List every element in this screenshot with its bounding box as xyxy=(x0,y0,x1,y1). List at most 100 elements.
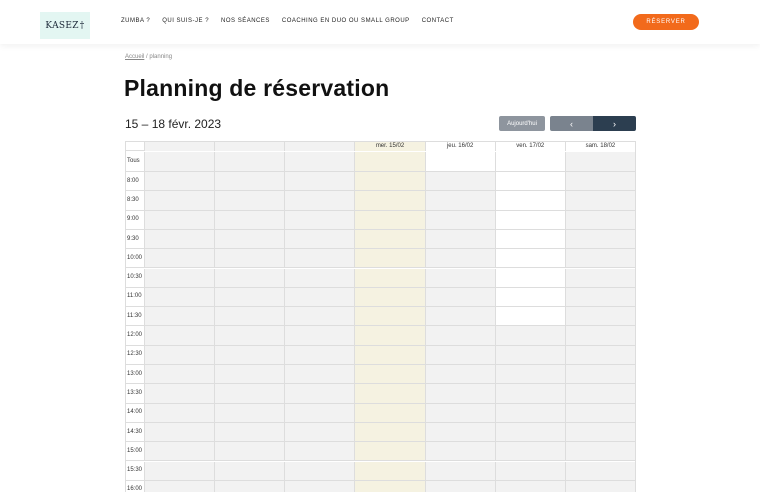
available-slot[interactable] xyxy=(494,307,565,326)
unavailable-slot xyxy=(144,210,215,229)
today-button[interactable]: Aujourd'hui xyxy=(499,116,545,131)
site-logo[interactable]: KASEZ † xyxy=(40,12,90,39)
unavailable-slot xyxy=(564,345,635,364)
unavailable-slot xyxy=(424,403,495,422)
calendar-nav-buttons: ‹ › xyxy=(550,116,636,131)
unavailable-slot xyxy=(424,480,495,492)
time-label: 11:30 xyxy=(127,312,142,319)
unavailable-slot xyxy=(354,191,425,210)
unavailable-slot xyxy=(284,384,355,403)
unavailable-slot xyxy=(564,365,635,384)
unavailable-slot xyxy=(564,326,635,345)
unavailable-slot xyxy=(354,172,425,191)
unavailable-slot xyxy=(284,422,355,442)
unavailable-slot xyxy=(214,249,285,268)
date-range-title: 15 – 18 févr. 2023 xyxy=(125,117,222,131)
unavailable-slot xyxy=(214,480,285,492)
unavailable-slot xyxy=(564,229,635,249)
time-slot-row: 16:00 xyxy=(126,480,635,492)
time-slot-row: 11:30 xyxy=(126,307,635,327)
unavailable-slot xyxy=(424,287,495,307)
nav-item-contact[interactable]: CONTACT xyxy=(422,18,454,24)
unavailable-slot xyxy=(214,403,285,422)
nav-item-zumba[interactable]: ZUMBA ? xyxy=(121,18,150,24)
time-slot-row: 11:00 xyxy=(126,287,635,308)
unavailable-slot xyxy=(214,326,285,345)
unavailable-slot xyxy=(494,326,565,345)
unavailable-slot xyxy=(564,403,635,422)
unavailable-slot xyxy=(354,384,425,403)
unavailable-slot xyxy=(354,326,425,345)
unavailable-slot xyxy=(354,422,425,442)
unavailable-slot xyxy=(284,210,355,229)
unavailable-slot xyxy=(564,249,635,268)
unavailable-slot xyxy=(284,287,355,307)
unavailable-slot xyxy=(354,152,425,171)
unavailable-slot xyxy=(284,442,355,461)
available-slot[interactable] xyxy=(494,210,565,229)
unavailable-slot xyxy=(354,287,425,307)
unavailable-slot xyxy=(424,365,495,384)
calendar-column-header: sam. 18/02 xyxy=(564,142,635,151)
unavailable-slot xyxy=(284,191,355,210)
unavailable-slot xyxy=(354,307,425,326)
unavailable-slot xyxy=(424,172,495,191)
time-label: 15:00 xyxy=(127,447,143,454)
available-slot[interactable] xyxy=(494,152,565,171)
unavailable-slot xyxy=(354,210,425,229)
unavailable-slot xyxy=(144,384,215,403)
page-title: Planning de réservation xyxy=(124,75,390,101)
nav-item-sessions[interactable]: NOS SÉANCES xyxy=(221,18,270,24)
time-slot-row: 13:30 xyxy=(126,384,635,404)
unavailable-slot xyxy=(354,249,425,268)
time-label: 9:00 xyxy=(127,216,139,223)
breadcrumb-home-link[interactable]: Accueil xyxy=(125,54,144,60)
prev-week-button[interactable]: ‹ xyxy=(550,116,593,131)
calendar-column-header: ven. 17/02 xyxy=(494,142,565,151)
unavailable-slot xyxy=(424,307,495,326)
available-slot[interactable] xyxy=(494,172,565,191)
unavailable-slot xyxy=(494,422,565,442)
unavailable-slot xyxy=(494,365,565,384)
calendar-grid: mer. 15/02 jeu. 16/02 ven. 17/02 sam. 18/02… xyxy=(125,141,636,492)
calendar-header-row: mer. 15/02 jeu. 16/02 ven. 17/02 sam. 18/02 xyxy=(126,142,635,151)
time-label: 14:00 xyxy=(127,409,143,416)
available-slot[interactable] xyxy=(494,249,565,268)
unavailable-slot xyxy=(284,326,355,345)
unavailable-slot xyxy=(354,345,425,364)
unavailable-slot xyxy=(564,442,635,461)
unavailable-slot xyxy=(144,442,215,461)
unavailable-slot xyxy=(144,365,215,384)
calendar-column-header: jeu. 16/02 xyxy=(424,142,495,151)
unavailable-slot xyxy=(564,384,635,403)
time-label: 9:30 xyxy=(127,235,139,242)
available-slot[interactable] xyxy=(494,191,565,210)
unavailable-slot xyxy=(144,249,215,268)
available-slot[interactable] xyxy=(424,152,495,171)
nav-item-coaching[interactable]: COACHING EN DUO OU SMALL GROUP xyxy=(282,18,410,24)
available-slot[interactable] xyxy=(494,287,565,307)
calendar-column-header xyxy=(144,142,215,151)
available-slot[interactable] xyxy=(494,229,565,249)
next-week-button[interactable]: › xyxy=(593,116,636,131)
time-label: 16:00 xyxy=(127,486,143,492)
unavailable-slot xyxy=(284,365,355,384)
unavailable-slot xyxy=(494,442,565,461)
calendar-column-header xyxy=(214,142,285,151)
unavailable-slot xyxy=(424,345,495,364)
unavailable-slot xyxy=(144,461,215,480)
calendar-column-header xyxy=(284,142,355,151)
reserve-button[interactable]: RÉSERVER xyxy=(633,14,699,30)
nav-item-about[interactable]: QUI SUIS-JE ? xyxy=(162,18,209,24)
unavailable-slot xyxy=(214,384,285,403)
available-slot[interactable] xyxy=(494,268,565,287)
all-day-label: Tous xyxy=(127,158,140,164)
unavailable-slot xyxy=(144,307,215,326)
unavailable-slot xyxy=(354,461,425,480)
breadcrumb-current: planning xyxy=(149,54,173,60)
time-label: 13:30 xyxy=(127,389,143,396)
unavailable-slot xyxy=(144,287,215,307)
time-label: 10:30 xyxy=(127,274,143,281)
chevron-left-icon: ‹ xyxy=(570,118,573,129)
calendar-column-header: mer. 15/02 xyxy=(354,142,425,151)
